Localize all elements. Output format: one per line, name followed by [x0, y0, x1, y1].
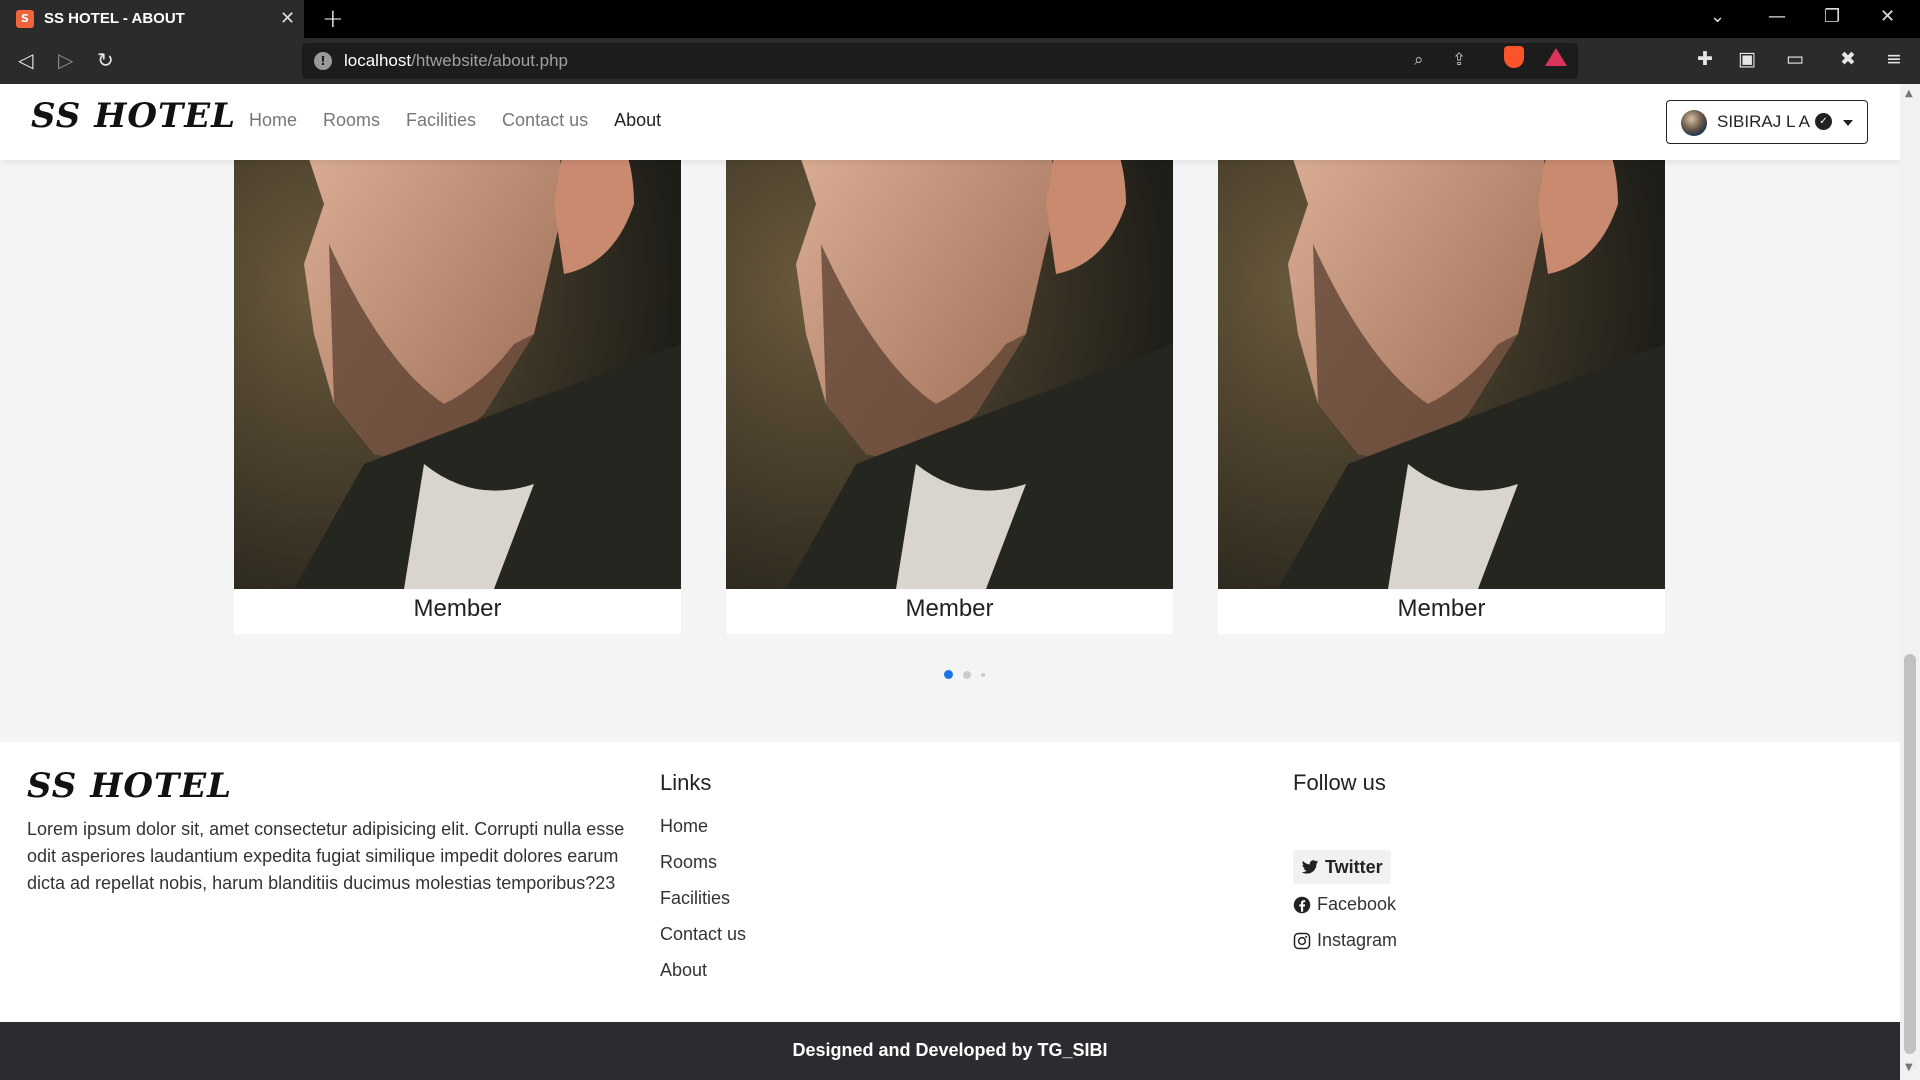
sidebar-icon[interactable]: ▣ [1738, 48, 1756, 70]
verified-icon: ✓ [1815, 113, 1832, 130]
nav-facilities[interactable]: Facilities [406, 110, 476, 131]
restore-icon[interactable]: ❐ [1824, 6, 1840, 27]
footer-brand: SS HOTEL [27, 766, 233, 806]
member-name: Member [1397, 595, 1486, 622]
member-card: Member [726, 84, 1173, 634]
avatar [1681, 110, 1707, 136]
instagram-link[interactable]: Instagram [1293, 930, 1397, 951]
forward-icon[interactable]: ▷ [58, 48, 73, 72]
site-navbar: SS HOTEL Home Rooms Facilities Contact u… [0, 84, 1900, 160]
minimize-icon[interactable]: — [1768, 6, 1786, 27]
tab-list-chevron-icon[interactable]: ⌄ [1710, 6, 1725, 27]
carousel-dot-2[interactable] [963, 670, 971, 679]
close-tab-icon[interactable]: ✕ [280, 8, 295, 29]
instagram-label: Instagram [1317, 930, 1398, 950]
page-scrollbar[interactable]: ▲ ▼ [1900, 84, 1920, 1080]
scroll-up-arrow-icon[interactable]: ▲ [1905, 88, 1913, 99]
extension-x-icon[interactable]: ✖ [1840, 48, 1856, 70]
back-icon[interactable]: ◁ [18, 48, 33, 72]
instagram-icon [1293, 932, 1311, 949]
member-name: Member [413, 595, 502, 622]
url-host: localhost [344, 51, 412, 70]
footer-follow-heading: Follow us [1293, 770, 1386, 795]
favicon-icon: S [16, 10, 34, 28]
twitter-label: Twitter [1325, 856, 1383, 877]
menu-icon[interactable]: ≡ [1886, 48, 1902, 70]
url-path: /htwebsite/about.php [411, 51, 569, 70]
footer-link-home[interactable]: Home [660, 814, 746, 850]
credit-text: Designed and Developed by TG_SIBI [792, 1040, 1108, 1060]
reload-icon[interactable]: ↻ [97, 48, 114, 72]
user-name: SIBIRAJ L A [1717, 112, 1810, 131]
nav-rooms[interactable]: Rooms [323, 110, 380, 131]
site-footer: SS HOTEL Lorem ipsum dolor sit, amet con… [0, 742, 1900, 1022]
footer-links: Home Rooms Facilities Contact us About [660, 814, 746, 994]
facebook-label: Facebook [1317, 894, 1397, 914]
nav-contact[interactable]: Contact us [502, 110, 588, 131]
carousel-dot-3[interactable] [981, 672, 985, 677]
nav-home[interactable]: Home [249, 110, 297, 131]
address-bar[interactable]: ! localhost/htwebsite/about.php ⌕ ⇪ [302, 43, 1578, 79]
url-text[interactable]: localhost/htwebsite/about.php [344, 51, 568, 71]
carousel-dot-1[interactable] [944, 670, 953, 679]
footer-link-rooms[interactable]: Rooms [660, 850, 746, 886]
site-info-icon[interactable]: ! [314, 52, 332, 70]
footer-link-facilities[interactable]: Facilities [660, 886, 746, 922]
brave-rewards-icon[interactable] [1545, 48, 1567, 66]
page-viewport: Member Member Member SS HOTEL Home Rooms… [0, 84, 1900, 1080]
carousel-pagination [944, 670, 985, 679]
nav-links: Home Rooms Facilities Contact us About [249, 110, 661, 131]
footer-description: Lorem ipsum dolor sit, amet consectetur … [27, 819, 625, 893]
footer-link-about[interactable]: About [660, 958, 746, 994]
browser-tab-strip: S SS HOTEL - ABOUT ✕ + ⌄ — ❐ ✕ [0, 0, 1920, 38]
footer-links-heading: Links [660, 770, 712, 795]
member-name: Member [905, 595, 994, 622]
browser-toolbar: ◁ ▷ ↻ ! localhost/htwebsite/about.php ⌕ … [0, 38, 1920, 84]
facebook-icon [1293, 896, 1311, 913]
member-card: Member [1218, 84, 1665, 634]
tab-title: SS HOTEL - ABOUT [44, 10, 185, 27]
footer-link-contact[interactable]: Contact us [660, 922, 746, 958]
brave-shields-icon[interactable] [1504, 46, 1524, 68]
facebook-link[interactable]: Facebook [1293, 894, 1396, 915]
nav-about[interactable]: About [614, 110, 661, 131]
twitter-button[interactable]: Twitter [1293, 850, 1391, 884]
zoom-icon[interactable]: ⌕ [1414, 50, 1424, 70]
scroll-down-arrow-icon[interactable]: ▼ [1905, 1062, 1913, 1073]
wallet-icon[interactable]: ▭ [1786, 48, 1804, 70]
new-tab-icon[interactable]: + [322, 4, 344, 34]
user-menu-button[interactable]: SIBIRAJ L A ✓ [1666, 100, 1868, 144]
twitter-icon [1301, 860, 1319, 874]
close-window-icon[interactable]: ✕ [1880, 6, 1895, 27]
scroll-thumb[interactable] [1904, 654, 1916, 1054]
caret-down-icon [1843, 120, 1853, 126]
share-icon[interactable]: ⇪ [1452, 50, 1466, 70]
credit-bar: Designed and Developed by TG_SIBI [0, 1022, 1900, 1080]
site-brand[interactable]: SS HOTEL [31, 96, 236, 136]
member-card: Member [234, 84, 681, 634]
extensions-icon[interactable]: ✚ [1697, 48, 1713, 70]
browser-tab[interactable]: S SS HOTEL - ABOUT ✕ [0, 0, 304, 38]
